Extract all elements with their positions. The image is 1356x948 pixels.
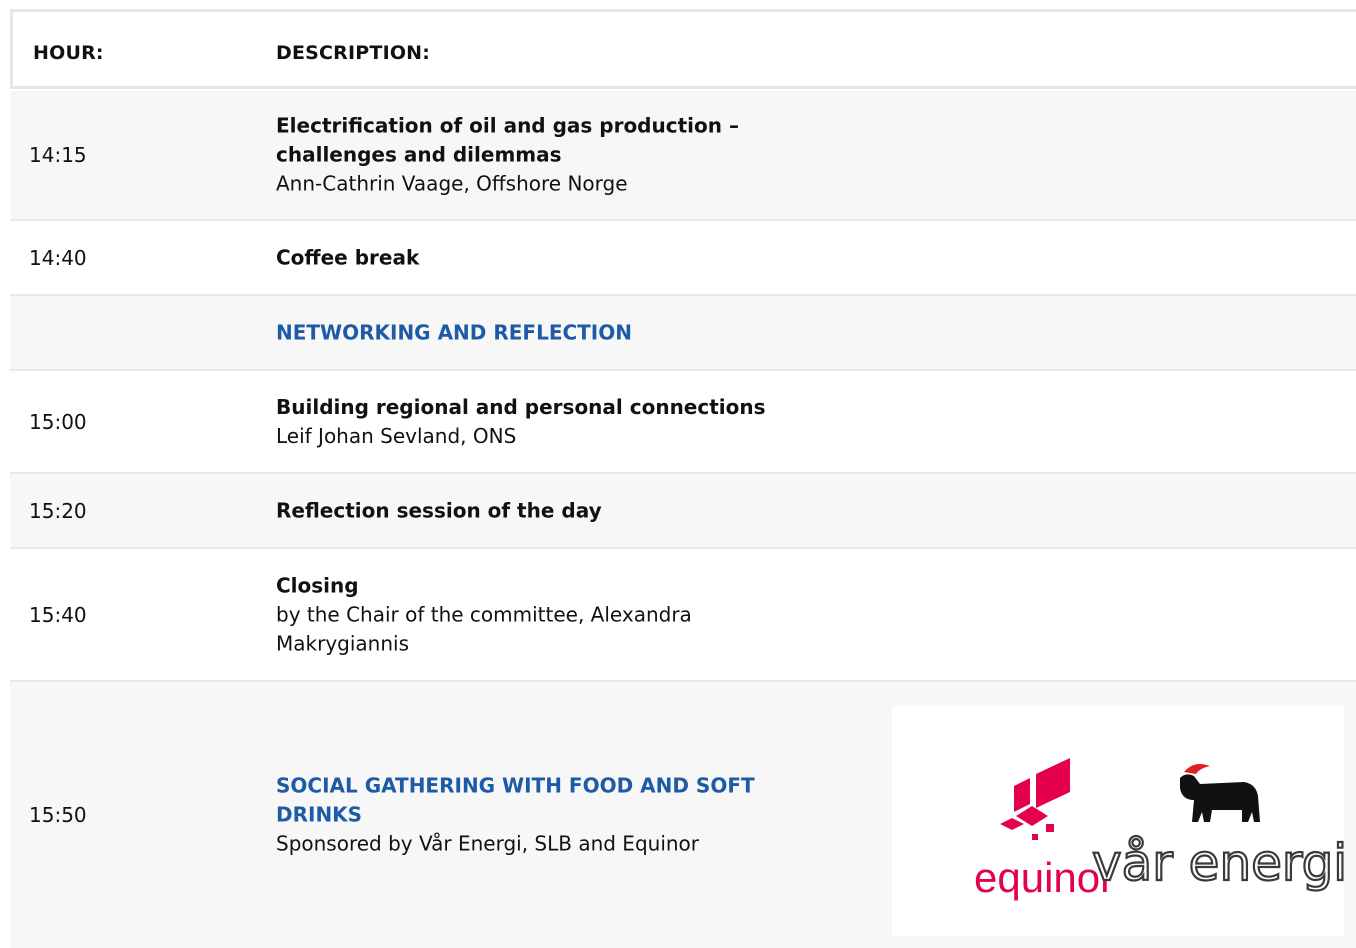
row-hour: 14:40 [29,245,87,270]
equinor-logo-mark [1000,758,1070,840]
table-header: HOUR: DESCRIPTION: [10,9,1356,89]
row-hour: 15:20 [29,498,87,523]
row-hour: 15:40 [29,602,87,627]
table-row: 15:20 Reflection session of the day [10,474,1356,549]
table-row: 14:15 Electrification of oil and gas pro… [10,91,1356,221]
session-title: Coffee break [276,245,420,269]
session-speaker: by the Chair of the committee, Alexandra… [276,602,692,655]
row-description: Electrification of oil and gas productio… [276,112,836,199]
session-speaker: Leif Johan Sevland, ONS [276,423,517,448]
hour-column-header: HOUR: [33,42,104,64]
section-row: NETWORKING AND REFLECTION [10,296,1356,371]
session-title: Building regional and personal connectio… [276,394,766,419]
row-description: NETWORKING AND REFLECTION [276,318,836,347]
session-sponsor: Sponsored by Vår Energi, SLB and Equinor [276,831,700,856]
description-column-header: DESCRIPTION: [276,42,431,64]
session-title: Closing [276,573,359,597]
eni-dog-icon [1180,764,1260,822]
session-title: Reflection session of the day [276,498,602,522]
var-energi-logo-text: vår energi [1092,834,1344,892]
sponsor-logos: equinor vår energi [892,706,1348,936]
table-row: 15:00 Building regional and personal con… [10,371,1356,474]
row-hour: 14:15 [29,143,87,167]
row-description: SOCIAL GATHERING WITH FOOD AND SOFT DRIN… [276,772,836,859]
table-row: 14:40 Coffee break [10,221,1356,296]
section-heading: NETWORKING AND REFLECTION [276,320,632,344]
row-description: Building regional and personal connectio… [276,393,836,451]
row-description: Closing by the Chair of the committee, A… [276,571,746,658]
row-description: Coffee break [276,243,836,272]
session-speaker: Ann-Cathrin Vaage, Offshore Norge [276,171,628,196]
table-row: 15:50 SOCIAL GATHERING WITH FOOD AND SOF… [10,682,1356,948]
session-title: Electrification of oil and gas productio… [276,113,739,167]
row-description: Reflection session of the day [276,496,836,525]
table-row: 15:40 Closing by the Chair of the commit… [10,549,1356,682]
sponsor-logos-graphic: equinor vår energi [974,758,1348,901]
row-hour: 15:00 [29,409,87,434]
session-title: SOCIAL GATHERING WITH FOOD AND SOFT DRIN… [276,773,755,827]
row-hour: 15:50 [29,803,87,827]
